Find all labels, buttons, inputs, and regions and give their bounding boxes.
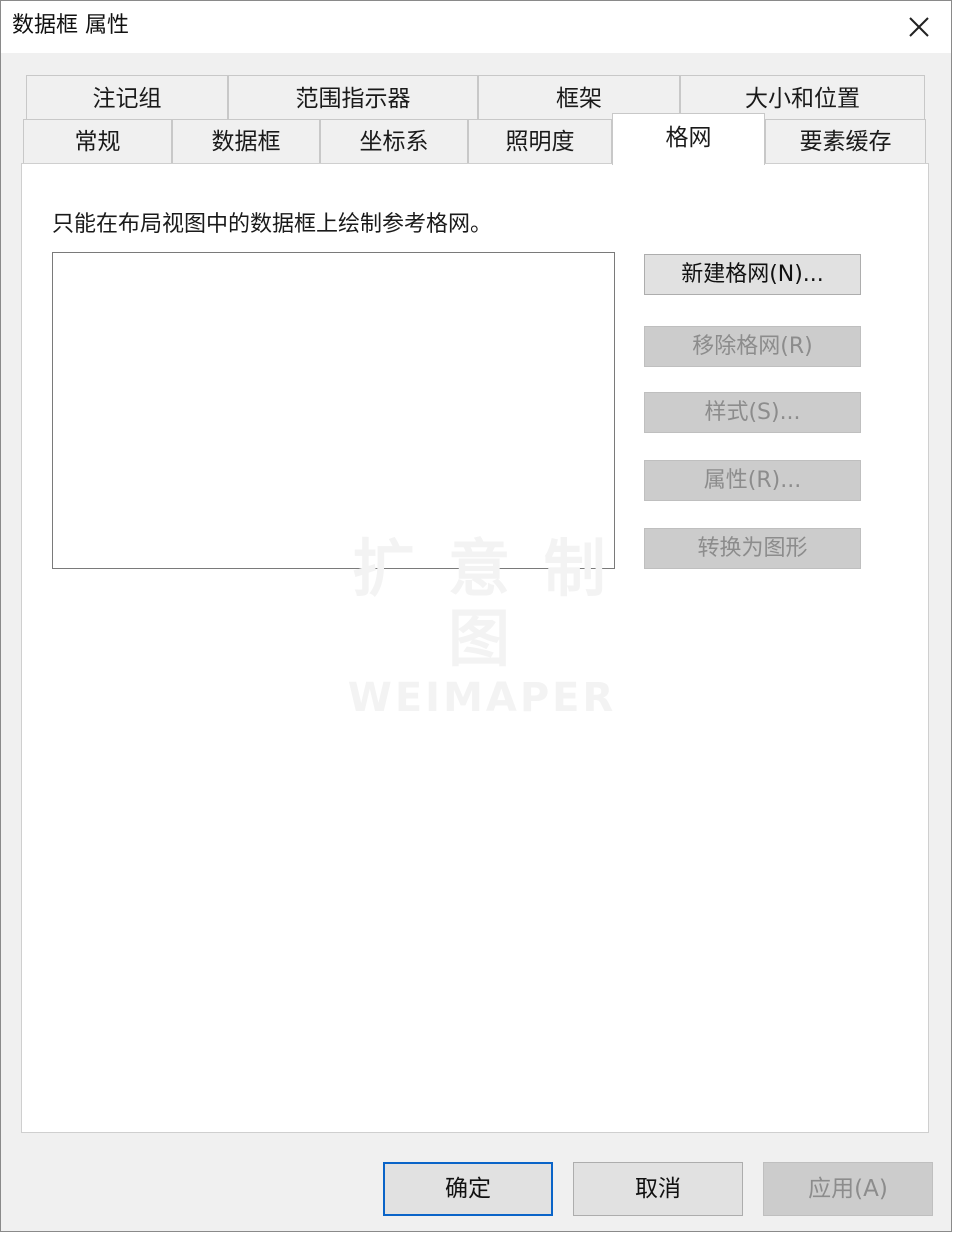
tab-label: 格网: [665, 125, 712, 151]
properties-dialog: 数据框 属性 注记组 范围指示器 框架 大小和位置 常规 数据框 坐标系 照明度…: [0, 0, 952, 1232]
close-button[interactable]: [903, 11, 935, 43]
tab-annotation-groups[interactable]: 注记组: [26, 75, 228, 119]
dialog-title: 数据框 属性: [12, 13, 129, 38]
grid-list[interactable]: [52, 252, 615, 569]
grids-tab-panel: 只能在布局视图中的数据框上绘制参考格网。 新建格网(N)... 移除格网(R) …: [21, 163, 929, 1133]
convert-to-graphics-button[interactable]: 转换为图形: [644, 528, 861, 569]
cancel-button[interactable]: 取消: [573, 1162, 743, 1216]
close-icon: [909, 17, 929, 37]
tab-extent-indicators[interactable]: 范围指示器: [228, 75, 478, 119]
tab-coordinate-system[interactable]: 坐标系: [320, 119, 468, 163]
tab-grids[interactable]: 格网: [612, 113, 765, 165]
tab-feature-cache[interactable]: 要素缓存: [765, 119, 926, 163]
apply-button[interactable]: 应用(A): [763, 1162, 933, 1216]
tab-label: 大小和位置: [745, 86, 860, 112]
tab-data-frame[interactable]: 数据框: [172, 119, 320, 163]
tab-label: 注记组: [92, 86, 162, 112]
title-bar: 数据框 属性: [1, 1, 951, 53]
tab-label: 要素缓存: [799, 129, 892, 155]
new-grid-button[interactable]: 新建格网(N)...: [644, 254, 861, 295]
remove-grid-button[interactable]: 移除格网(R): [644, 326, 861, 367]
grid-hint-text: 只能在布局视图中的数据框上绘制参考格网。: [52, 212, 493, 237]
watermark-sub-text: WEIMAPER: [347, 675, 617, 721]
properties-button[interactable]: 属性(R)...: [644, 460, 861, 501]
tab-label: 常规: [74, 129, 121, 155]
tab-label: 照明度: [505, 129, 575, 155]
tab-label: 框架: [556, 86, 602, 112]
style-button[interactable]: 样式(S)...: [644, 392, 861, 433]
tab-label: 坐标系: [359, 129, 429, 155]
tab-label: 数据框: [211, 129, 281, 155]
tab-label: 范围指示器: [295, 86, 411, 112]
tab-illumination[interactable]: 照明度: [468, 119, 612, 163]
ok-button[interactable]: 确定: [383, 1162, 553, 1216]
tab-general[interactable]: 常规: [23, 119, 172, 163]
